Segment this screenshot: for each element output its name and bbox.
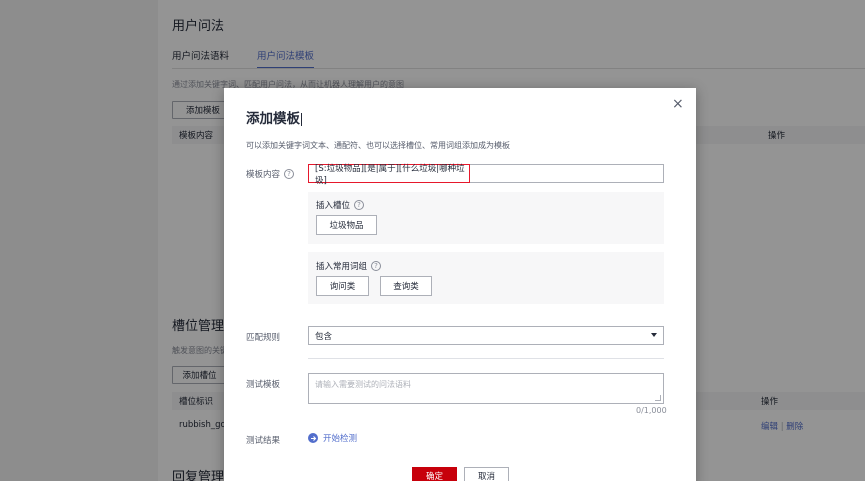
- insert-slot-label-row: 插入槽位 ?: [316, 199, 365, 211]
- chevron-down-icon: [651, 333, 657, 337]
- help-icon[interactable]: ?: [354, 200, 365, 210]
- test-template-label: 测试模板: [246, 380, 281, 390]
- test-template-textarea[interactable]: 请输入需要测试的问法语料: [308, 373, 664, 404]
- template-content-value[interactable]: [S:垃圾物品][是|属于][什么垃圾|哪种垃圾]: [308, 164, 470, 186]
- insert-slot-panel: 插入槽位 ? 垃圾物品: [308, 192, 664, 244]
- match-rule-label: 匹配规则: [246, 333, 281, 343]
- arrow-right-icon: [308, 433, 318, 443]
- test-result-label: 测试结果: [246, 436, 281, 446]
- template-content-label-row: 模板内容 ?: [246, 168, 295, 180]
- template-content-label: 模板内容: [246, 170, 281, 180]
- start-detection-link[interactable]: 开始检测: [308, 432, 357, 444]
- resize-handle-icon[interactable]: [655, 395, 661, 401]
- test-template-placeholder: 请输入需要测试的问法语料: [315, 380, 411, 389]
- character-counter: 0/1,000: [636, 406, 667, 415]
- divider: [308, 358, 664, 359]
- help-icon[interactable]: ?: [284, 169, 295, 179]
- dialog-description: 可以添加关键字词文本、通配符、也可以选择槽位、常用词组添加成为模板: [246, 141, 510, 150]
- cancel-button[interactable]: 取消: [464, 467, 509, 481]
- help-icon[interactable]: ?: [371, 261, 382, 271]
- insert-phrase-panel: 插入常用词组 ? 询问类 查询类: [308, 252, 664, 304]
- slot-chip-rubbish-item[interactable]: 垃圾物品: [316, 215, 377, 235]
- insert-slot-label: 插入槽位: [316, 201, 351, 211]
- close-icon[interactable]: ×: [672, 97, 684, 111]
- phrase-chip-inquiry[interactable]: 询问类: [316, 276, 369, 296]
- insert-phrase-label: 插入常用词组: [316, 262, 368, 272]
- insert-phrase-label-row: 插入常用词组 ?: [316, 260, 382, 272]
- match-rule-select[interactable]: 包含: [308, 326, 664, 345]
- add-template-dialog: 添加模板 × 可以添加关键字词文本、通配符、也可以选择槽位、常用词组添加成为模板…: [224, 88, 696, 481]
- dialog-title-text: 添加模板: [246, 111, 300, 127]
- text-cursor: [301, 112, 302, 126]
- phrase-chip-query[interactable]: 查询类: [380, 276, 432, 296]
- match-rule-value: 包含: [315, 331, 333, 342]
- confirm-button[interactable]: 确定: [412, 467, 457, 481]
- dialog-title: 添加模板: [246, 107, 302, 127]
- start-detection-label: 开始检测: [323, 434, 358, 444]
